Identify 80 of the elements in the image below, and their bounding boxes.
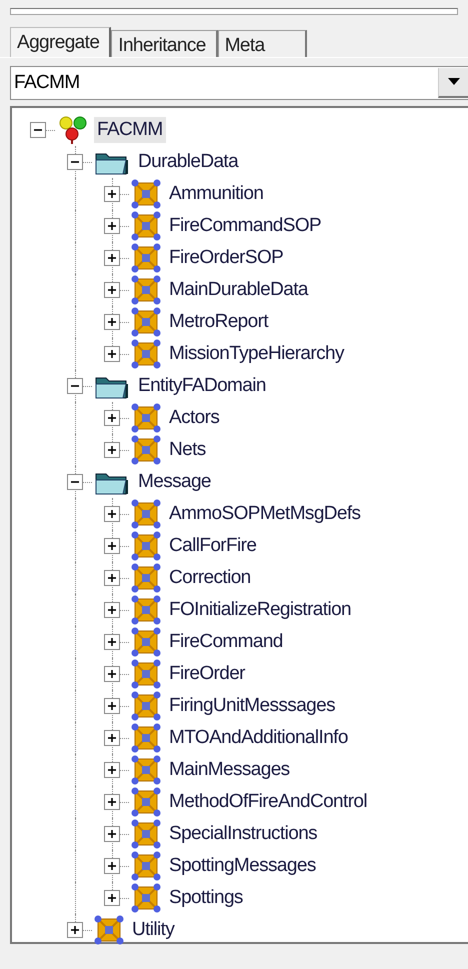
expander-icon[interactable] <box>104 794 120 810</box>
expander-icon[interactable] <box>104 250 120 266</box>
tree-item[interactable]: SpecialInstructions <box>166 821 320 847</box>
class-icon <box>131 819 161 849</box>
expander-icon[interactable] <box>104 730 120 746</box>
expander-icon[interactable] <box>30 122 46 138</box>
class-icon <box>131 531 161 561</box>
class-icon <box>131 563 161 593</box>
expander-icon[interactable] <box>104 218 120 234</box>
tree-item[interactable]: AmmoSOPMetMsgDefs <box>166 501 364 527</box>
tree-item[interactable]: FireCommand <box>166 629 286 655</box>
class-icon <box>131 691 161 721</box>
class-icon <box>131 499 161 529</box>
class-icon <box>131 595 161 625</box>
tree-item[interactable]: DurableData <box>135 149 242 175</box>
tree-item[interactable]: EntityFADomain <box>135 373 269 399</box>
tree-item[interactable]: FiringUnitMesssages <box>166 693 338 719</box>
tree-item[interactable]: FireOrderSOP <box>166 245 286 271</box>
tree-item[interactable]: MainMessages <box>166 757 293 783</box>
tree-item[interactable]: FOInitializeRegistration <box>166 597 354 623</box>
class-icon <box>131 851 161 881</box>
tab[interactable]: Aggregate <box>10 27 112 57</box>
expander-icon[interactable] <box>104 346 120 362</box>
expander-icon[interactable] <box>104 634 120 650</box>
expander-icon[interactable] <box>104 410 120 426</box>
expander-icon[interactable] <box>104 506 120 522</box>
tab[interactable]: Inheritance <box>111 30 218 57</box>
expander-icon[interactable] <box>104 762 120 778</box>
class-icon <box>131 243 161 273</box>
class-icon <box>131 883 161 913</box>
tree-item[interactable]: FireCommandSOP <box>166 213 324 239</box>
expander-icon[interactable] <box>104 698 120 714</box>
expander-icon[interactable] <box>104 666 120 682</box>
tree-item[interactable]: Actors <box>166 405 222 431</box>
expander-icon[interactable] <box>67 922 83 938</box>
class-icon <box>131 627 161 657</box>
expander-icon[interactable] <box>104 602 120 618</box>
class-icon <box>131 435 161 465</box>
class-icon <box>131 723 161 753</box>
expander-icon[interactable] <box>67 154 83 170</box>
tree-item[interactable]: MissionTypeHierarchy <box>166 341 347 367</box>
tree-item[interactable]: Spottings <box>166 885 246 911</box>
expander-icon[interactable] <box>104 826 120 842</box>
model-icon <box>57 115 89 145</box>
tree-item[interactable]: MetroReport <box>166 309 271 335</box>
expander-icon[interactable] <box>104 282 120 298</box>
tree-item[interactable]: Nets <box>166 437 209 463</box>
tree-item[interactable]: Utility <box>129 917 178 943</box>
tree-item[interactable]: FireOrder <box>166 661 248 687</box>
expander-icon[interactable] <box>104 890 120 906</box>
tree-item[interactable]: CallForFire <box>166 533 260 559</box>
expander-icon[interactable] <box>104 186 120 202</box>
expander-icon[interactable] <box>104 442 120 458</box>
class-icon <box>131 307 161 337</box>
tree-item[interactable]: MainDurableData <box>166 277 311 303</box>
tree-item[interactable]: Correction <box>166 565 254 591</box>
class-icon <box>131 179 161 209</box>
tree-item[interactable]: MethodOfFireAndControl <box>166 789 370 815</box>
expander-icon[interactable] <box>67 474 83 490</box>
class-icon <box>131 211 161 241</box>
model-dropdown[interactable]: FACMM <box>10 66 468 100</box>
tree-item[interactable]: SpottingMessages <box>166 853 319 879</box>
scroll-bar[interactable] <box>10 8 458 15</box>
expander-icon[interactable] <box>104 538 120 554</box>
class-icon <box>131 659 161 689</box>
expander-icon[interactable] <box>67 378 83 394</box>
tree-item[interactable]: FACMM <box>94 117 166 143</box>
class-icon <box>131 339 161 369</box>
class-icon <box>131 403 161 433</box>
tree-item[interactable]: Message <box>135 469 214 495</box>
class-icon <box>131 755 161 785</box>
tab[interactable]: Meta <box>218 30 307 57</box>
tree-item[interactable]: MTOAndAdditionalInfo <box>166 725 351 751</box>
expander-icon[interactable] <box>104 314 120 330</box>
class-icon <box>94 915 124 945</box>
expander-icon[interactable] <box>104 570 120 586</box>
class-icon <box>131 787 161 817</box>
class-icon <box>131 275 161 305</box>
tree-item[interactable]: Ammunition <box>166 181 266 207</box>
expander-icon[interactable] <box>104 858 120 874</box>
